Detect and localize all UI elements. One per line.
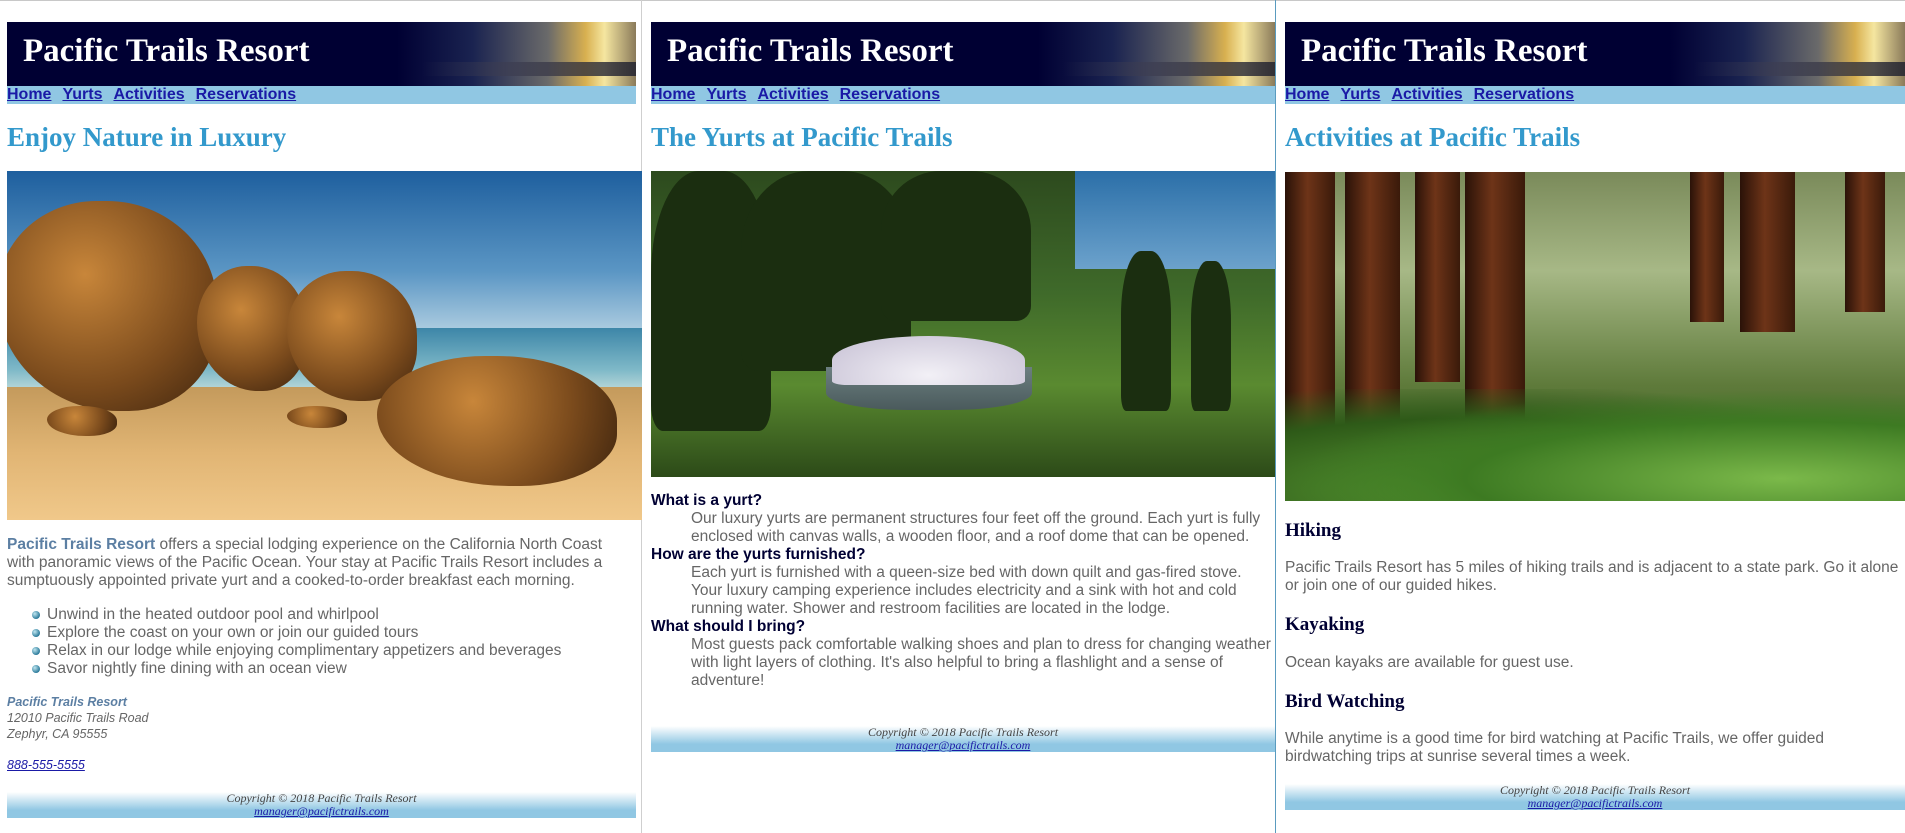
- bullet-icon: [32, 665, 40, 673]
- yurts-page-panel: Pacific Trails Resort Home Yurts Activitie…: [643, 0, 1275, 833]
- nav-link-home[interactable]: Home: [7, 86, 51, 103]
- list-item: Savor nightly fine dining with an ocean …: [7, 660, 637, 678]
- faq-question: How are the yurts furnished?: [651, 546, 866, 563]
- sunset-horizon: [422, 62, 636, 76]
- redwoods-hero-image: [1285, 172, 1905, 501]
- nav-link-activities[interactable]: Activities: [113, 86, 184, 103]
- main-nav: Home Yurts Activities Reservations: [7, 86, 636, 104]
- activity-title-bird-watching: Bird Watching: [1285, 691, 1405, 712]
- nav-link-home[interactable]: Home: [651, 86, 695, 103]
- site-footer: Copyright © 2018 Pacific Trails Resort m…: [651, 726, 1275, 752]
- nav-link-activities[interactable]: Activities: [757, 86, 828, 103]
- coast-hero-image: [7, 171, 642, 520]
- address-name: Pacific Trails Resort: [7, 695, 127, 709]
- page-heading: Activities at Pacific Trails: [1285, 122, 1581, 152]
- list-item: Relax in our lodge while enjoying compli…: [7, 642, 637, 660]
- site-title: Pacific Trails Resort: [1301, 33, 1588, 69]
- activities-page-panel: Pacific Trails Resort Home Yurts Activitie…: [1276, 0, 1905, 833]
- faq-question: What is a yurt?: [651, 492, 763, 509]
- faq-question: What should I bring?: [651, 618, 806, 635]
- activity-text-kayaking: Ocean kayaks are available for guest use…: [1285, 654, 1574, 671]
- site-banner: Pacific Trails Resort: [1285, 22, 1905, 86]
- faq-answer: Most guests pack comfortable walking sho…: [691, 636, 1271, 689]
- site-title: Pacific Trails Resort: [23, 33, 310, 69]
- site-footer: Copyright © 2018 Pacific Trails Resort m…: [7, 792, 636, 818]
- yurt-hero-image: [651, 171, 1275, 477]
- activity-text-bird-watching: While anytime is a good time for bird wa…: [1285, 730, 1825, 765]
- contact-address: Pacific Trails Resort 12010 Pacific Trai…: [7, 694, 149, 742]
- nav-link-reservations[interactable]: Reservations: [1474, 86, 1575, 103]
- sunset-horizon: [1694, 62, 1905, 76]
- nav-link-yurts[interactable]: Yurts: [62, 86, 102, 103]
- feature-list: Unwind in the heated outdoor pool and wh…: [7, 606, 637, 678]
- home-page-panel: Pacific Trails Resort Home Yurts Activitie…: [0, 0, 642, 833]
- main-nav: Home Yurts Activities Reservations: [1285, 86, 1905, 104]
- yurt-faq: What is a yurt? Our luxury yurts are per…: [651, 492, 1271, 690]
- page-heading: Enjoy Nature in Luxury: [7, 122, 287, 152]
- intro-brand: Pacific Trails Resort: [7, 536, 156, 553]
- site-banner: Pacific Trails Resort: [651, 22, 1275, 86]
- phone-link[interactable]: 888-555-5555: [7, 758, 85, 772]
- email-link[interactable]: manager@pacifictrails.com: [7, 805, 636, 818]
- site-footer: Copyright © 2018 Pacific Trails Resort m…: [1285, 784, 1905, 810]
- activity-title-hiking: Hiking: [1285, 520, 1341, 541]
- bullet-icon: [32, 629, 40, 637]
- main-nav: Home Yurts Activities Reservations: [651, 86, 1275, 104]
- bullet-icon: [32, 647, 40, 655]
- activity-text-hiking: Pacific Trails Resort has 5 miles of hik…: [1285, 559, 1899, 594]
- address-city: Zephyr, CA 95555: [7, 727, 108, 741]
- nav-link-home[interactable]: Home: [1285, 86, 1329, 103]
- nav-link-yurts[interactable]: Yurts: [706, 86, 746, 103]
- list-item: Unwind in the heated outdoor pool and wh…: [7, 606, 637, 624]
- nav-link-yurts[interactable]: Yurts: [1340, 86, 1380, 103]
- bullet-icon: [32, 611, 40, 619]
- site-banner: Pacific Trails Resort: [7, 22, 636, 86]
- faq-answer: Each yurt is furnished with a queen-size…: [691, 564, 1242, 617]
- nav-link-reservations[interactable]: Reservations: [840, 86, 941, 103]
- sunset-horizon: [1062, 62, 1275, 76]
- nav-link-activities[interactable]: Activities: [1391, 86, 1462, 103]
- site-title: Pacific Trails Resort: [667, 33, 954, 69]
- page-heading: The Yurts at Pacific Trails: [651, 122, 953, 152]
- email-link[interactable]: manager@pacifictrails.com: [1285, 797, 1905, 810]
- list-item: Explore the coast on your own or join ou…: [7, 624, 637, 642]
- address-street: 12010 Pacific Trails Road: [7, 711, 149, 725]
- intro-paragraph: Pacific Trails Resort offers a special l…: [7, 536, 632, 590]
- email-link[interactable]: manager@pacifictrails.com: [651, 739, 1275, 752]
- activity-title-kayaking: Kayaking: [1285, 614, 1365, 635]
- nav-link-reservations[interactable]: Reservations: [196, 86, 297, 103]
- faq-answer: Our luxury yurts are permanent structure…: [691, 510, 1261, 545]
